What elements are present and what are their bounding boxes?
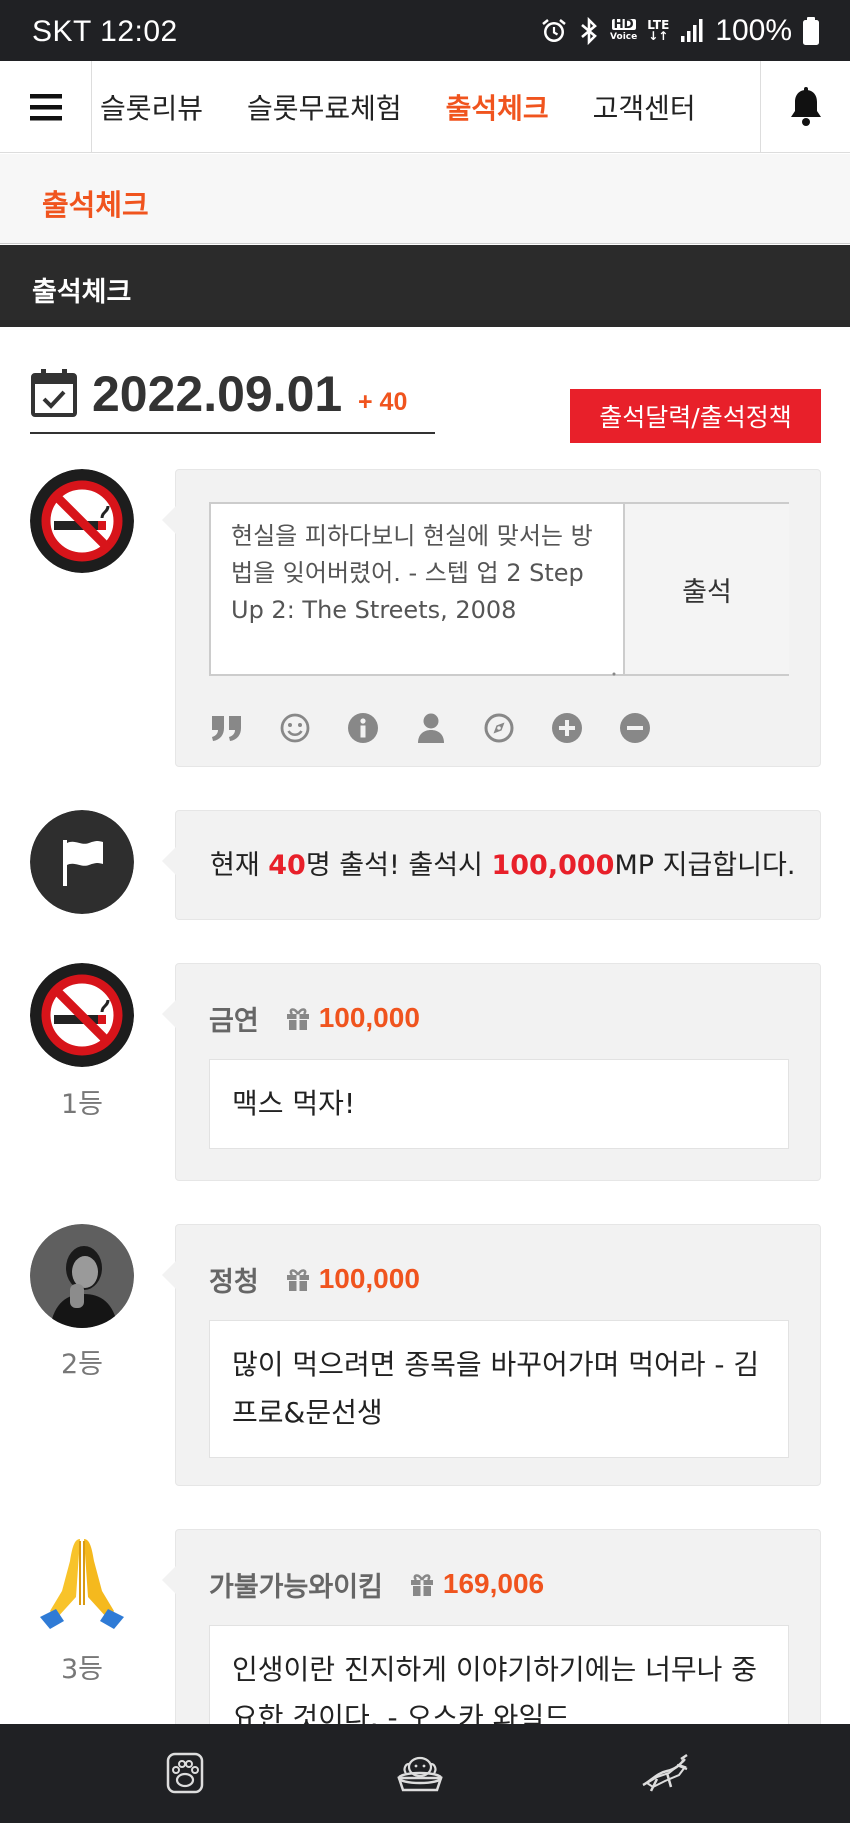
entry-points: 100,000 [318, 1002, 420, 1033]
bottom-nav-run[interactable] [630, 1742, 700, 1804]
info-icon[interactable] [345, 710, 381, 746]
breadcrumb: 출석체크 [0, 154, 850, 244]
paw-icon [166, 1752, 204, 1794]
status-icons: HD Voice LTE ↓↑ 100% [540, 12, 820, 50]
attendance-count-badge: + 40 [358, 388, 408, 416]
bell-icon [790, 87, 821, 126]
signal-icon [679, 14, 705, 48]
greeting-textarea[interactable]: 현실을 피하다보니 현실에 맞서는 방법을 잊어버렸어. - 스텝 업 2 St… [211, 504, 623, 674]
rank-label: 3등 [60, 1654, 104, 1685]
minus-circle-icon[interactable] [617, 710, 653, 746]
praying-hands-avatar [30, 1529, 134, 1633]
gift-icon [285, 1267, 311, 1291]
rank-label: 1등 [60, 1089, 104, 1120]
entry-points: 100,000 [318, 1263, 420, 1294]
flag-avatar [30, 810, 134, 914]
nav-tab-slot-review[interactable]: 슬롯리뷰 [100, 87, 203, 127]
entry-username[interactable]: 정청 [209, 1260, 259, 1299]
quote-icon[interactable] [209, 710, 245, 746]
attendance-entry: 정청 100,000 많이 먹으려면 종목을 바꾸어가며 먹어라 - 김프로&문… [162, 1224, 821, 1486]
gift-icon [285, 1006, 311, 1030]
resize-handle[interactable] [611, 662, 617, 676]
hd-voice-indicator: HD Voice [610, 17, 638, 42]
nav-tab-customer-center[interactable]: 고객센터 [593, 87, 696, 127]
attend-button[interactable]: 출석 [623, 504, 789, 674]
section-title: 출석체크 [32, 277, 132, 308]
bottom-nav-bowl[interactable] [385, 1742, 455, 1804]
entry-message: 맥스 먹자! [209, 1059, 789, 1149]
nav-tab-attendance[interactable]: 출석체크 [446, 87, 549, 127]
no-smoking-avatar [30, 469, 134, 573]
dog-running-icon [642, 1753, 688, 1792]
compass-icon[interactable] [481, 710, 517, 746]
attendance-date: 2022.09.01 [92, 366, 343, 422]
breadcrumb-title[interactable]: 출석체크 [42, 182, 149, 224]
attendance-notice: 현재 40명 출석! 출석시 100,000MP 지급합니다. [210, 850, 796, 881]
status-bar: SKT 12:02 HD Voice LTE ↓↑ 100% [0, 0, 850, 61]
entry-header: 금연 100,000 [209, 999, 420, 1038]
battery-percent: 100% [715, 14, 792, 47]
entry-points: 169,006 [442, 1568, 545, 1599]
entry-header: 정청 100,000 [209, 1260, 420, 1299]
alarm-icon [540, 14, 568, 48]
top-navigation: 슬롯리뷰 슬롯무료체험 출석체크 고객센터 [0, 61, 850, 153]
user-icon[interactable] [413, 710, 449, 746]
status-carrier-time: SKT 12:02 [32, 15, 178, 48]
rank-label: 2등 [60, 1349, 104, 1380]
hamburger-menu-icon [29, 94, 62, 121]
menu-button[interactable] [0, 61, 92, 153]
section-header: 출석체크 [0, 245, 850, 327]
entry-username[interactable]: 금연 [209, 999, 259, 1038]
reward-amount: 100,000 [491, 850, 615, 881]
lte-indicator: LTE ↓↑ [647, 18, 670, 43]
entry-username[interactable]: 가불가능와이킴 [209, 1565, 383, 1604]
attendance-composer: 현실을 피하다보니 현실에 맞서는 방법을 잊어버렸어. - 스텝 업 2 St… [209, 502, 789, 676]
smile-icon[interactable] [277, 710, 313, 746]
entry-header: 가불가능와이킴 169,006 [209, 1565, 545, 1604]
gift-icon [409, 1572, 435, 1596]
calendar-check-icon [30, 368, 78, 422]
attendee-count: 40 [268, 850, 306, 881]
dog-bowl-icon [397, 1756, 443, 1792]
notification-button[interactable] [760, 61, 850, 153]
bottom-nav-paw[interactable] [150, 1742, 220, 1804]
composer-toolbar [209, 710, 685, 746]
nav-tabs: 슬롯리뷰 슬롯무료체험 출석체크 고객센터 [92, 61, 760, 153]
attendance-composer-panel: 현실을 피하다보니 현실에 맞서는 방법을 잊어버렸어. - 스텝 업 2 St… [162, 469, 821, 767]
attendance-notice-panel: 현재 40명 출석! 출석시 100,000MP 지급합니다. [162, 810, 821, 920]
photo-avatar [30, 1224, 134, 1328]
plus-circle-icon[interactable] [549, 710, 585, 746]
attendance-entry: 금연 100,000 맥스 먹자! [162, 963, 821, 1181]
no-smoking-avatar [30, 963, 134, 1067]
bottom-navigation [0, 1724, 850, 1823]
calendar-policy-button[interactable]: 출석달력/출석정책 [570, 389, 821, 443]
attendance-date-row: 2022.09.01 + 40 [30, 360, 435, 434]
bluetooth-icon [578, 14, 600, 48]
nav-tab-free-slot[interactable]: 슬롯무료체험 [247, 87, 402, 127]
entry-message: 많이 먹으려면 종목을 바꾸어가며 먹어라 - 김프로&문선생 [209, 1320, 789, 1458]
battery-icon [802, 14, 820, 48]
